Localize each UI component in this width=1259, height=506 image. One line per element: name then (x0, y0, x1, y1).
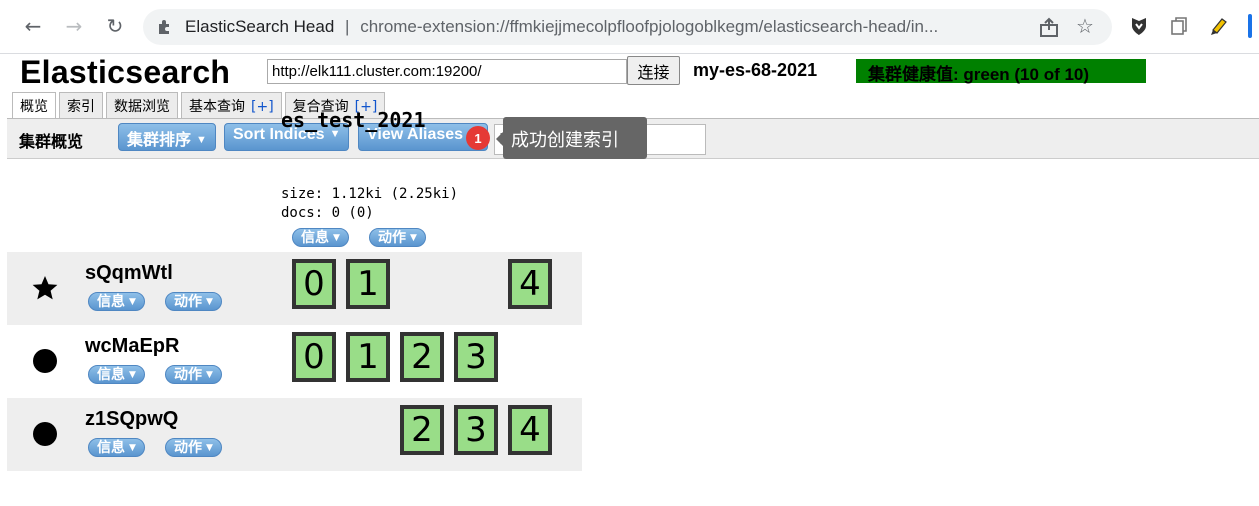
tab-browser[interactable]: 数据浏览 (106, 92, 178, 118)
profile-edge (1248, 14, 1252, 38)
tab-basic-query[interactable]: 基本查询 [+] (181, 92, 282, 118)
index-action-button[interactable]: 动作 ▼ (369, 228, 426, 247)
tab-overview[interactable]: 概览 (12, 92, 56, 119)
browser-toolbar: ← → ↻ ElasticSearch Head | chrome-extens… (0, 0, 1259, 54)
caret-down-icon: ▼ (410, 233, 417, 243)
caret-down-icon: ▼ (129, 443, 136, 453)
page-title-text: ElasticSearch Head (185, 17, 335, 36)
cluster-health-badge: 集群健康值: green (10 of 10) (856, 59, 1146, 84)
address-bar[interactable]: ElasticSearch Head | chrome-extension://… (143, 9, 1112, 45)
tab-indices[interactable]: 索引 (59, 92, 103, 118)
index-name: es_test_2021 (281, 108, 426, 132)
node-name: sQqmWtl (85, 262, 173, 284)
forward-icon[interactable]: → (61, 13, 87, 39)
button-label: 动作 (378, 230, 406, 246)
shard-box[interactable]: 3 (454, 332, 498, 382)
tab-add-button[interactable]: [+] (251, 99, 274, 115)
button-label: 动作 (174, 440, 202, 456)
button-label: 动作 (174, 367, 202, 383)
app-title: Elasticsearch (20, 54, 231, 90)
index-info-button[interactable]: 信息 ▼ (292, 228, 349, 247)
toolbar-title: 集群概览 (19, 132, 84, 151)
node-action-button[interactable]: 动作 ▼ (165, 438, 222, 457)
tab-label: 概览 (20, 99, 48, 115)
shard-box[interactable]: 1 (346, 259, 390, 309)
button-label: 信息 (97, 367, 125, 383)
address-text: ElasticSearch Head | chrome-extension://… (185, 17, 938, 37)
star-icon (32, 276, 58, 300)
tab-label: 索引 (67, 99, 95, 115)
caret-down-icon: ▼ (333, 233, 340, 243)
index-created-tooltip: 成功创建索引 (503, 117, 647, 159)
reload-icon[interactable]: ↻ (102, 13, 128, 39)
caret-down-icon: ▼ (206, 443, 213, 453)
node-row: wcMaEpR 信息 ▼ 动作 ▼ 0 1 2 3 (7, 325, 582, 398)
connect-button[interactable]: 连接 (627, 56, 680, 85)
connect-url-input[interactable] (267, 59, 627, 84)
url-text: chrome-extension://ffmkiejjmecolpfloofpj… (360, 17, 939, 36)
tab-label: 基本查询 (189, 99, 245, 115)
sort-cluster-dropdown[interactable]: 集群排序 ▼ (118, 123, 216, 151)
notification-count-badge: 1 (466, 126, 490, 150)
shard-box[interactable]: 4 (508, 259, 552, 309)
caret-down-icon: ▼ (196, 134, 207, 146)
share-icon[interactable] (1038, 16, 1060, 38)
button-label: 信息 (97, 440, 125, 456)
shard-box[interactable]: 2 (400, 405, 444, 455)
shard-box[interactable]: 0 (292, 259, 336, 309)
copy-extension-icon[interactable] (1168, 15, 1190, 37)
bookmark-star-icon[interactable]: ☆ (1076, 14, 1094, 38)
node-row: z1SQpwQ 信息 ▼ 动作 ▼ 2 3 4 (7, 398, 582, 471)
node-info-button[interactable]: 信息 ▼ (88, 292, 145, 311)
circle-icon (33, 422, 57, 446)
node-row: sQqmWtl 信息 ▼ 动作 ▼ 0 1 4 (7, 252, 582, 325)
shard-box[interactable]: 4 (508, 405, 552, 455)
caret-down-icon: ▼ (129, 297, 136, 307)
node-info-button[interactable]: 信息 ▼ (88, 365, 145, 384)
shield-extension-icon[interactable] (1128, 15, 1150, 37)
cluster-name: my-es-68-2021 (693, 60, 818, 80)
button-label: 动作 (174, 294, 202, 310)
index-size: size: 1.12ki (2.25ki) (281, 186, 459, 202)
shard-box[interactable]: 3 (454, 405, 498, 455)
node-info-button[interactable]: 信息 ▼ (88, 438, 145, 457)
button-label: 信息 (301, 230, 329, 246)
shard-box[interactable]: 0 (292, 332, 336, 382)
back-icon[interactable]: ← (20, 13, 46, 39)
button-label: 信息 (97, 294, 125, 310)
node-action-button[interactable]: 动作 ▼ (165, 292, 222, 311)
caret-down-icon: ▼ (206, 370, 213, 380)
caret-down-icon: ▼ (129, 370, 136, 380)
title-separator: | (345, 17, 350, 36)
shard-box[interactable]: 1 (346, 332, 390, 382)
tab-label: 数据浏览 (114, 99, 170, 115)
dropdown-label: 集群排序 (127, 132, 192, 149)
shard-box[interactable]: 2 (400, 332, 444, 382)
index-docs: docs: 0 (0) (281, 205, 374, 221)
node-name: wcMaEpR (85, 335, 180, 357)
tooltip-arrow (496, 132, 503, 146)
highlighter-extension-icon[interactable] (1208, 15, 1230, 37)
node-action-button[interactable]: 动作 ▼ (165, 365, 222, 384)
extension-puzzle-icon (159, 20, 169, 34)
caret-down-icon: ▼ (206, 297, 213, 307)
node-name: z1SQpwQ (85, 408, 179, 430)
circle-icon (33, 349, 57, 373)
